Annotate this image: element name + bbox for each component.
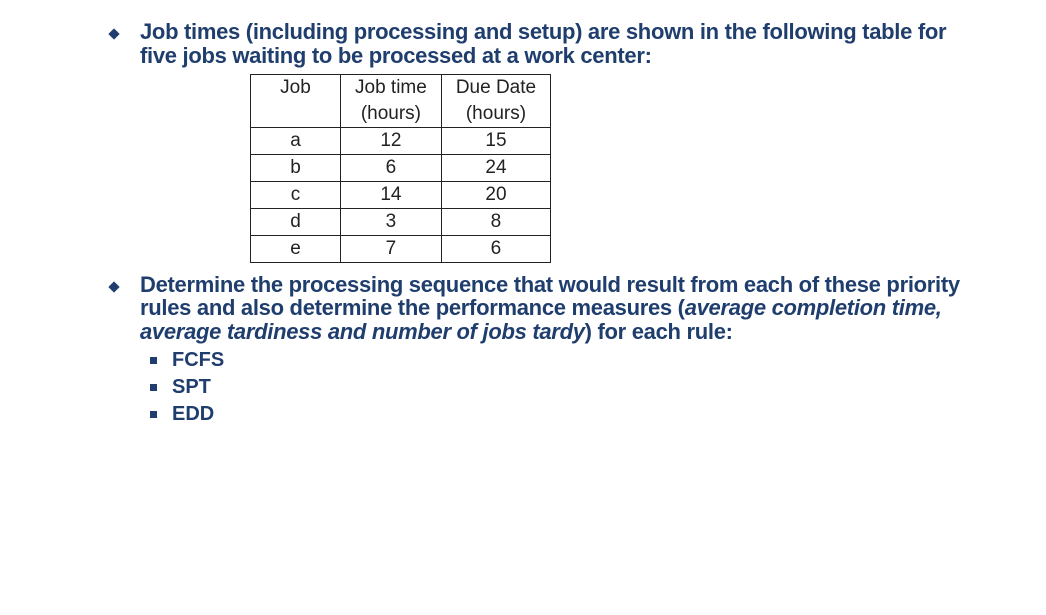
table-row: e 7 6	[251, 235, 551, 262]
cell-due: 20	[441, 181, 550, 208]
content-list: Job times (including processing and setu…	[100, 20, 986, 427]
intro-text: Job times (including processing and setu…	[140, 20, 986, 68]
cell-job: a	[251, 127, 341, 154]
header-jobtime: Job time	[341, 74, 442, 101]
cell-job: c	[251, 181, 341, 208]
table-units-row: (hours) (hours)	[251, 101, 551, 128]
units-job	[251, 101, 341, 128]
header-job: Job	[251, 74, 341, 101]
rule-item: FCFS	[172, 348, 986, 373]
header-duedate: Due Date	[441, 74, 550, 101]
cell-time: 14	[341, 181, 442, 208]
question-bullet: Determine the processing sequence that w…	[140, 273, 986, 427]
cell-due: 6	[441, 235, 550, 262]
rule-item: SPT	[172, 375, 986, 400]
cell-time: 3	[341, 208, 442, 235]
question-text: Determine the processing sequence that w…	[140, 273, 986, 344]
question-tail: ) for each rule:	[585, 319, 733, 344]
units-duedate: (hours)	[441, 101, 550, 128]
cell-due: 24	[441, 154, 550, 181]
cell-job: e	[251, 235, 341, 262]
cell-due: 8	[441, 208, 550, 235]
table-row: b 6 24	[251, 154, 551, 181]
units-jobtime: (hours)	[341, 101, 442, 128]
cell-time: 7	[341, 235, 442, 262]
rules-list: FCFS SPT EDD	[140, 348, 986, 427]
cell-time: 6	[341, 154, 442, 181]
rule-item: EDD	[172, 402, 986, 427]
cell-time: 12	[341, 127, 442, 154]
table-row: d 3 8	[251, 208, 551, 235]
table-header-row: Job Job time Due Date	[251, 74, 551, 101]
job-table: Job Job time Due Date (hours) (hours) a …	[250, 74, 551, 263]
table-row: a 12 15	[251, 127, 551, 154]
job-table-wrap: Job Job time Due Date (hours) (hours) a …	[250, 74, 986, 263]
cell-job: b	[251, 154, 341, 181]
cell-job: d	[251, 208, 341, 235]
table-row: c 14 20	[251, 181, 551, 208]
intro-bullet: Job times (including processing and setu…	[140, 20, 986, 263]
cell-due: 15	[441, 127, 550, 154]
